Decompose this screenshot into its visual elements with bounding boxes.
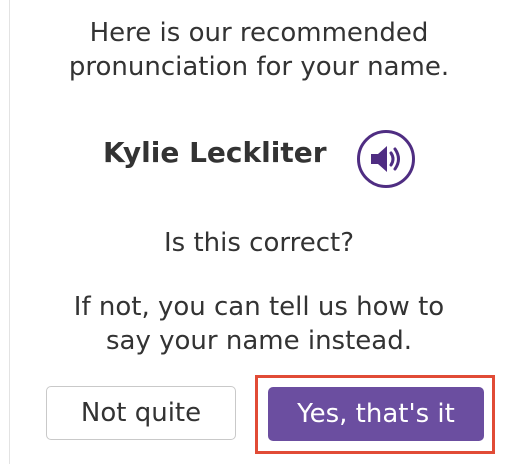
alternative-line-1: If not, you can tell us how to: [73, 292, 445, 322]
intro-text: Here is our recommended pronunciation fo…: [9, 16, 509, 84]
alternative-text: If not, you can tell us how to say your …: [9, 290, 509, 358]
play-pronunciation-button[interactable]: [357, 130, 415, 188]
alternative-line-2: say your name instead.: [106, 326, 412, 356]
confirmation-question: Is this correct?: [163, 228, 355, 258]
confirm-button[interactable]: Yes, that's it: [268, 387, 484, 441]
intro-line-2: pronunciation for your name.: [68, 52, 450, 82]
speaker-icon: [371, 146, 400, 172]
name-row: Kylie Leckliter: [0, 130, 509, 188]
recommended-name: Kylie Leckliter: [103, 136, 327, 169]
not-quite-button[interactable]: Not quite: [46, 386, 236, 440]
intro-line-1: Here is our recommended: [89, 18, 429, 48]
